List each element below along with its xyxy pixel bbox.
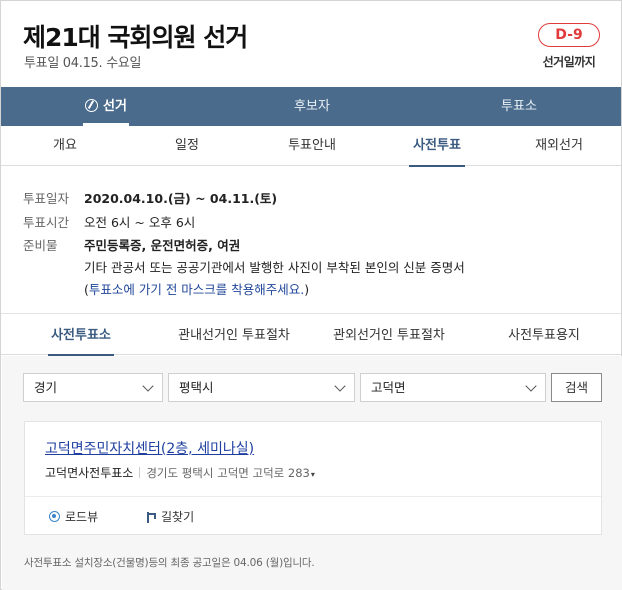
election-widget: 제21대 국회의원 선거 투표일 04.15. 수요일 D-9 선거일까지 선거…	[0, 0, 622, 590]
date-value: 2020.04.10.(금) ~ 04.11.(토)	[84, 191, 278, 206]
time-label: 투표시간	[23, 215, 70, 230]
vote-date: 투표일 04.15. 수요일	[24, 56, 142, 71]
province-select[interactable]: 경기	[23, 373, 163, 402]
prep-label: 준비물	[23, 238, 58, 253]
prep-note: 기타 관공서 또는 공공기관에서 발행한 사진이 부착된 본인의 신분 증명서	[84, 260, 465, 275]
mask-notice: (투표소에 가기 전 마스크를 착용해주세요.)	[84, 282, 310, 297]
place-details: 고덕면사전투표소 경기도 평택시 고덕면 고덕로 283▾	[45, 464, 315, 481]
place-name-link[interactable]: 고덕면주민자치센터(2층, 세미나실)	[45, 438, 254, 458]
roadview-button[interactable]: 로드뷰	[49, 508, 98, 525]
tab-out-district-procedure[interactable]: 관외선거인 투표절차	[327, 317, 451, 355]
station-name: 고덕면사전투표소	[45, 466, 134, 480]
tab-early-ballot[interactable]: 사전투표용지	[504, 317, 584, 355]
chevron-down-icon	[525, 380, 537, 392]
tab-early-voting[interactable]: 사전투표	[409, 126, 465, 167]
chevron-down-icon	[334, 380, 346, 392]
header: 제21대 국회의원 선거 투표일 04.15. 수요일 D-9 선거일까지	[1, 1, 621, 87]
roadview-icon	[49, 511, 60, 522]
tab-overseas[interactable]: 재외선거	[531, 126, 587, 166]
town-select[interactable]: 고덕면	[360, 373, 546, 402]
search-button[interactable]: 검색	[551, 373, 602, 402]
footnote: 사전투표소 설치장소(건물명)등의 최종 공고일은 04.06 (월)입니다.	[24, 557, 315, 569]
tab-in-district-procedure[interactable]: 관내선거인 투표절차	[173, 317, 295, 355]
dday-caption: 선거일까지	[542, 55, 596, 69]
chevron-down-icon	[142, 380, 154, 392]
search-section: 경기 평택시 고덕면 검색 고덕면주민자치센터(2층, 세미나실) 고덕면사전투…	[2, 356, 622, 590]
sub-tabs: 개요 일정 투표안내 사전투표 재외선거	[1, 126, 621, 167]
main-nav: 선거 후보자 투표소	[1, 87, 621, 126]
time-value: 오전 6시 ~ 오후 6시	[84, 215, 196, 230]
main-nav-candidates[interactable]: 후보자	[286, 87, 338, 126]
city-select[interactable]: 평택시	[168, 373, 355, 402]
early-vote-tabs: 사전투표소 관내선거인 투표절차 관외선거인 투표절차 사전투표용지	[1, 317, 621, 356]
tab-early-polling-place[interactable]: 사전투표소	[48, 317, 114, 356]
main-nav-polling-place[interactable]: 투표소	[491, 87, 547, 126]
expand-icon[interactable]: ▾	[311, 470, 315, 479]
polling-place-card: 고덕면주민자치센터(2층, 세미나실) 고덕면사전투표소 경기도 평택시 고덕면 …	[24, 421, 602, 535]
vote-icon	[85, 99, 99, 112]
tab-schedule[interactable]: 일정	[165, 126, 209, 166]
main-nav-election[interactable]: 선거	[83, 87, 129, 126]
tab-voting-guide[interactable]: 투표안내	[284, 126, 340, 166]
card-divider	[25, 496, 601, 497]
date-label: 투표일자	[23, 191, 70, 206]
page-title: 제21대 국회의원 선거	[23, 23, 248, 52]
tab-overview[interactable]: 개요	[43, 126, 87, 166]
directions-button[interactable]: 길찾기	[145, 508, 194, 525]
section-divider	[1, 313, 621, 314]
prep-value: 주민등록증, 운전면허증, 여권	[84, 238, 241, 253]
dday-badge: D-9	[538, 23, 600, 47]
separator	[139, 467, 141, 478]
place-address: 경기도 평택시 고덕면 고덕로 283	[146, 466, 310, 480]
directions-icon	[145, 511, 156, 523]
